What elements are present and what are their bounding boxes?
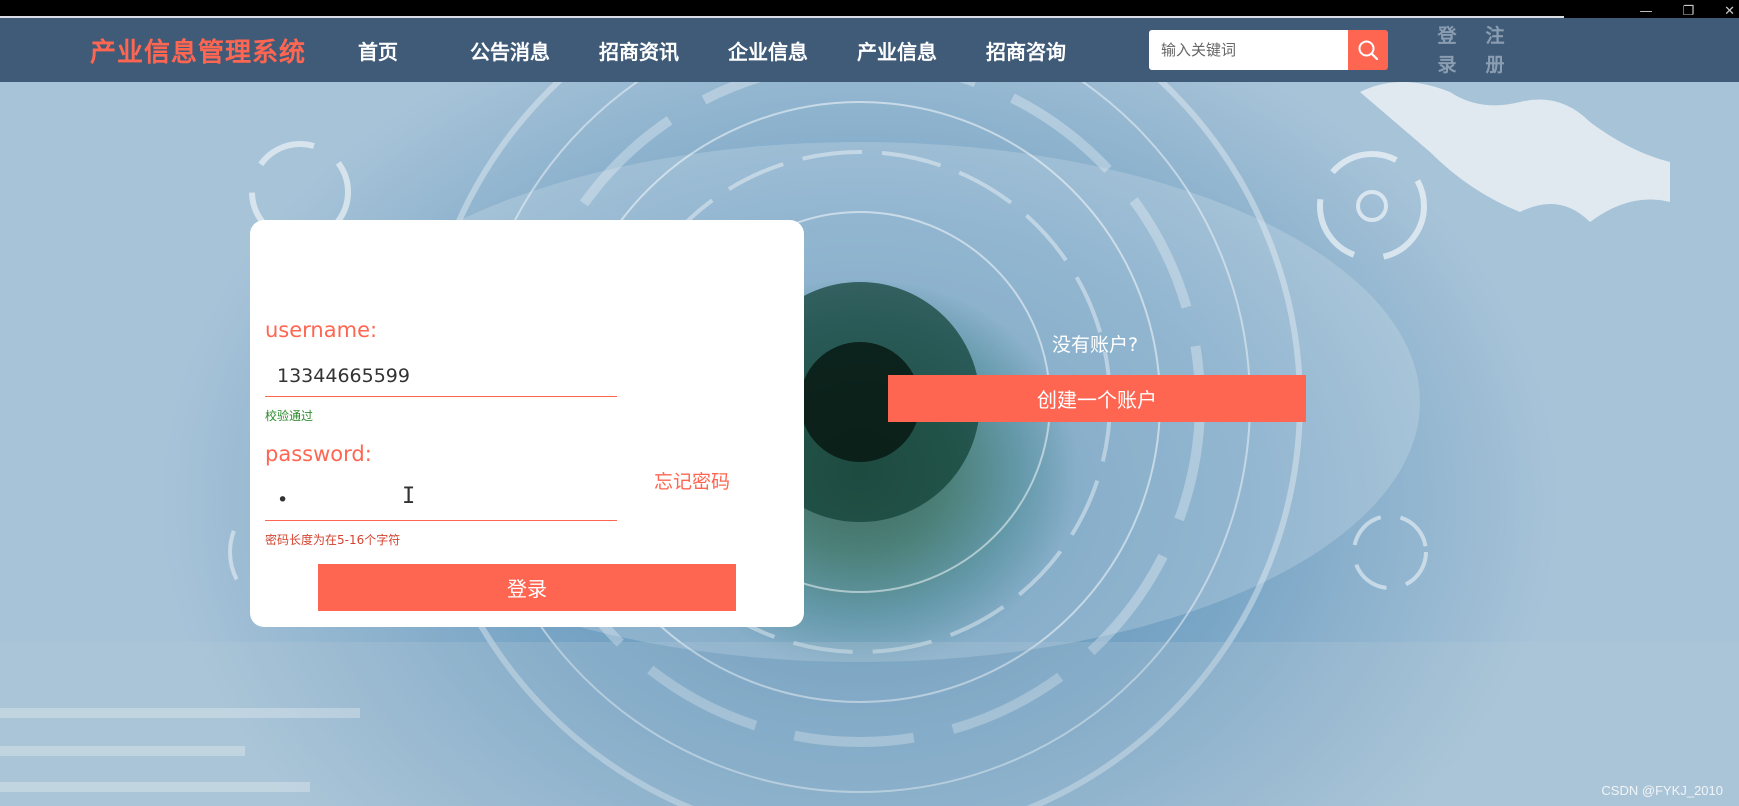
- password-label: password:: [265, 442, 372, 466]
- nav-item-investment-consult[interactable]: 招商咨询: [986, 36, 1066, 65]
- password-input[interactable]: [265, 479, 617, 521]
- nav-item-company-info[interactable]: 企业信息: [728, 36, 808, 65]
- minimize-icon[interactable]: —: [1639, 5, 1652, 18]
- nav-item-investment-news[interactable]: 招商资讯: [599, 36, 679, 65]
- nav-item-announcements[interactable]: 公告消息: [470, 36, 550, 65]
- site-logo[interactable]: 产业信息管理系统: [90, 32, 306, 69]
- watermark: CSDN @FYKJ_2010: [1601, 783, 1723, 798]
- password-validation-hint: 密码长度为在5-16个字符: [265, 533, 401, 547]
- main-nav: 首页 公告消息 招商资讯 企业信息 产业信息 招商咨询: [358, 36, 1115, 65]
- window-titlebar: [0, 0, 1739, 16]
- username-input[interactable]: [265, 355, 617, 397]
- forgot-password-link[interactable]: 忘记密码: [654, 467, 730, 494]
- text-cursor-icon: I: [402, 484, 416, 509]
- create-account-button[interactable]: 创建一个账户: [888, 375, 1306, 422]
- nav-item-home[interactable]: 首页: [358, 36, 398, 65]
- username-validation-hint: 校验通过: [265, 409, 314, 423]
- header-login-link[interactable]: 登录: [1435, 22, 1459, 80]
- no-account-prompt: 没有账户?: [1052, 334, 1139, 356]
- login-button[interactable]: 登录: [318, 564, 736, 611]
- login-card: username: 校验通过 password: I 密码长度为在5-16个字符…: [250, 220, 804, 627]
- search-icon: [1358, 40, 1379, 61]
- search-box: [1149, 30, 1388, 70]
- username-label: username:: [265, 318, 378, 342]
- close-icon[interactable]: ✕: [1724, 5, 1735, 18]
- site-header: 产业信息管理系统 首页 公告消息 招商资讯 企业信息 产业信息 招商咨询 登录 …: [0, 18, 1739, 82]
- search-input[interactable]: [1149, 30, 1348, 70]
- search-button[interactable]: [1348, 30, 1388, 70]
- header-register-link[interactable]: 注册: [1483, 22, 1507, 80]
- nav-item-industry-info[interactable]: 产业信息: [857, 36, 937, 65]
- restore-icon[interactable]: ❐: [1682, 5, 1694, 18]
